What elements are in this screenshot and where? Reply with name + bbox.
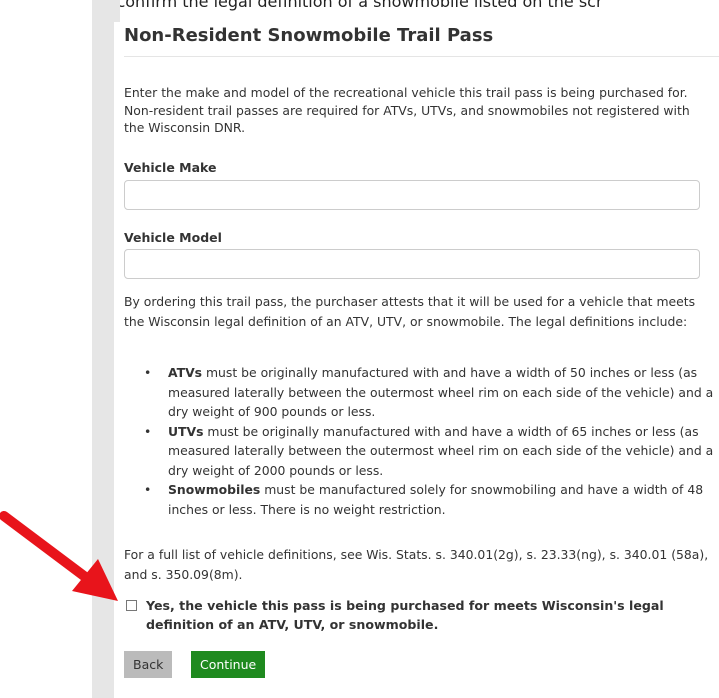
red-pointer-arrow-icon xyxy=(0,511,118,601)
